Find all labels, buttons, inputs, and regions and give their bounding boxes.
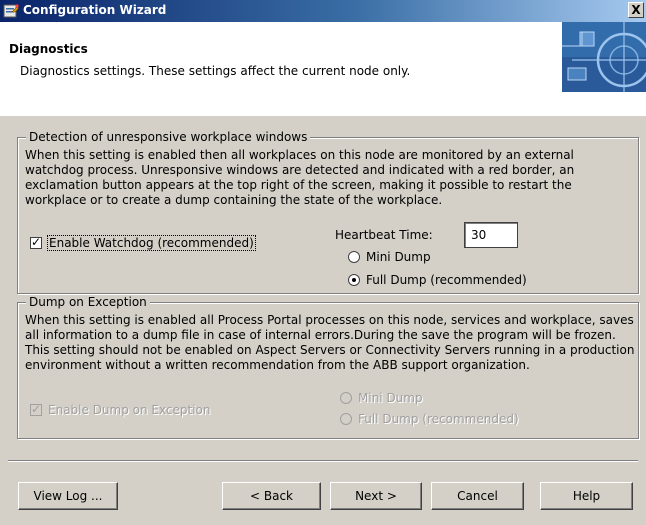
enable-dump-checkbox[interactable]: ✓ Enable Dump on Exception	[30, 402, 211, 417]
enable-dump-label: Enable Dump on Exception	[48, 403, 211, 417]
watchdog-full-dump-radio[interactable]: Full Dump (recommended)	[348, 273, 527, 287]
checkmark-icon: ✓	[31, 235, 42, 249]
enable-watchdog-checkbox[interactable]: ✓ Enable Watchdog (recommended)	[30, 235, 256, 251]
watchdog-mini-dump-radio[interactable]: Mini Dump	[348, 250, 431, 264]
globe-banner-graphic	[562, 22, 646, 92]
page-title: Diagnostics	[9, 42, 88, 56]
configuration-wizard-window: Configuration Wizard X Diagnostics Diagn…	[0, 0, 646, 525]
radio-circle[interactable]	[340, 392, 352, 404]
close-button[interactable]: X	[628, 2, 644, 18]
back-button[interactable]: < Back	[222, 482, 321, 510]
watchdog-description: When this setting is enabled then all wo…	[25, 148, 575, 207]
dump-description: When this setting is enabled all Process…	[25, 313, 635, 372]
full-dump-label: Full Dump (recommended)	[366, 273, 527, 287]
cancel-button[interactable]: Cancel	[431, 482, 524, 510]
checkbox-box[interactable]: ✓	[30, 402, 42, 416]
page-description: Diagnostics settings. These settings aff…	[20, 64, 411, 78]
watchdog-group: Detection of unresponsive workplace wind…	[17, 130, 639, 294]
radio-circle[interactable]	[348, 251, 360, 263]
dump-full-dump-radio[interactable]: Full Dump (recommended)	[340, 412, 519, 426]
dump-group-title: Dump on Exception	[26, 295, 150, 309]
wizard-app-icon	[3, 4, 19, 18]
heartbeat-time-input[interactable]: 30	[464, 222, 518, 248]
header-separator	[0, 115, 646, 116]
help-button[interactable]: Help	[540, 482, 633, 510]
dump-on-exception-group: Dump on Exception When this setting is e…	[17, 295, 639, 439]
mini-dump-label: Mini Dump	[366, 250, 431, 264]
heartbeat-time-label: Heartbeat Time:	[335, 228, 433, 242]
radio-circle[interactable]	[348, 274, 360, 286]
wizard-header: Diagnostics Diagnostics settings. These …	[0, 22, 646, 116]
enable-watchdog-label: Enable Watchdog (recommended)	[47, 235, 256, 251]
title-bar[interactable]: Configuration Wizard X	[0, 0, 646, 22]
full-dump-label: Full Dump (recommended)	[358, 412, 519, 426]
radio-circle[interactable]	[340, 413, 352, 425]
window-title: Configuration Wizard	[23, 3, 167, 17]
watchdog-group-title: Detection of unresponsive workplace wind…	[26, 130, 311, 144]
radio-selected-dot	[352, 278, 356, 282]
mini-dump-label: Mini Dump	[358, 391, 423, 405]
checkbox-box[interactable]: ✓	[30, 235, 42, 249]
dump-mini-dump-radio[interactable]: Mini Dump	[340, 391, 423, 405]
view-log-button[interactable]: View Log ...	[18, 482, 118, 510]
next-button[interactable]: Next >	[330, 482, 422, 510]
footer-divider-highlight	[8, 461, 638, 462]
checkmark-icon: ✓	[31, 402, 42, 416]
